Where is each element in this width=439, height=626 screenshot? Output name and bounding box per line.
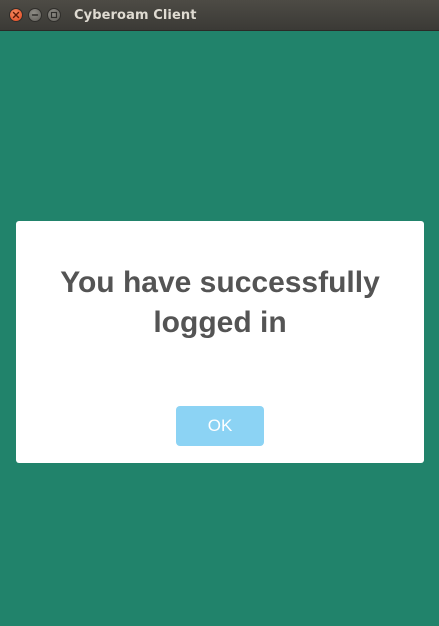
title-bar[interactable]: Cyberoam Client	[0, 0, 439, 31]
window-title: Cyberoam Client	[74, 8, 197, 23]
maximize-icon	[50, 11, 58, 19]
minimize-icon	[31, 14, 39, 16]
maximize-window-button[interactable]	[47, 8, 61, 22]
close-icon	[12, 11, 20, 19]
app-window: Cyberoam Client You have successfully lo…	[0, 0, 439, 626]
minimize-window-button[interactable]	[28, 8, 42, 22]
login-success-dialog: You have successfully logged in OK	[16, 221, 424, 463]
close-window-button[interactable]	[9, 8, 23, 22]
ok-button[interactable]: OK	[176, 406, 264, 446]
dialog-message: You have successfully logged in	[60, 266, 380, 339]
